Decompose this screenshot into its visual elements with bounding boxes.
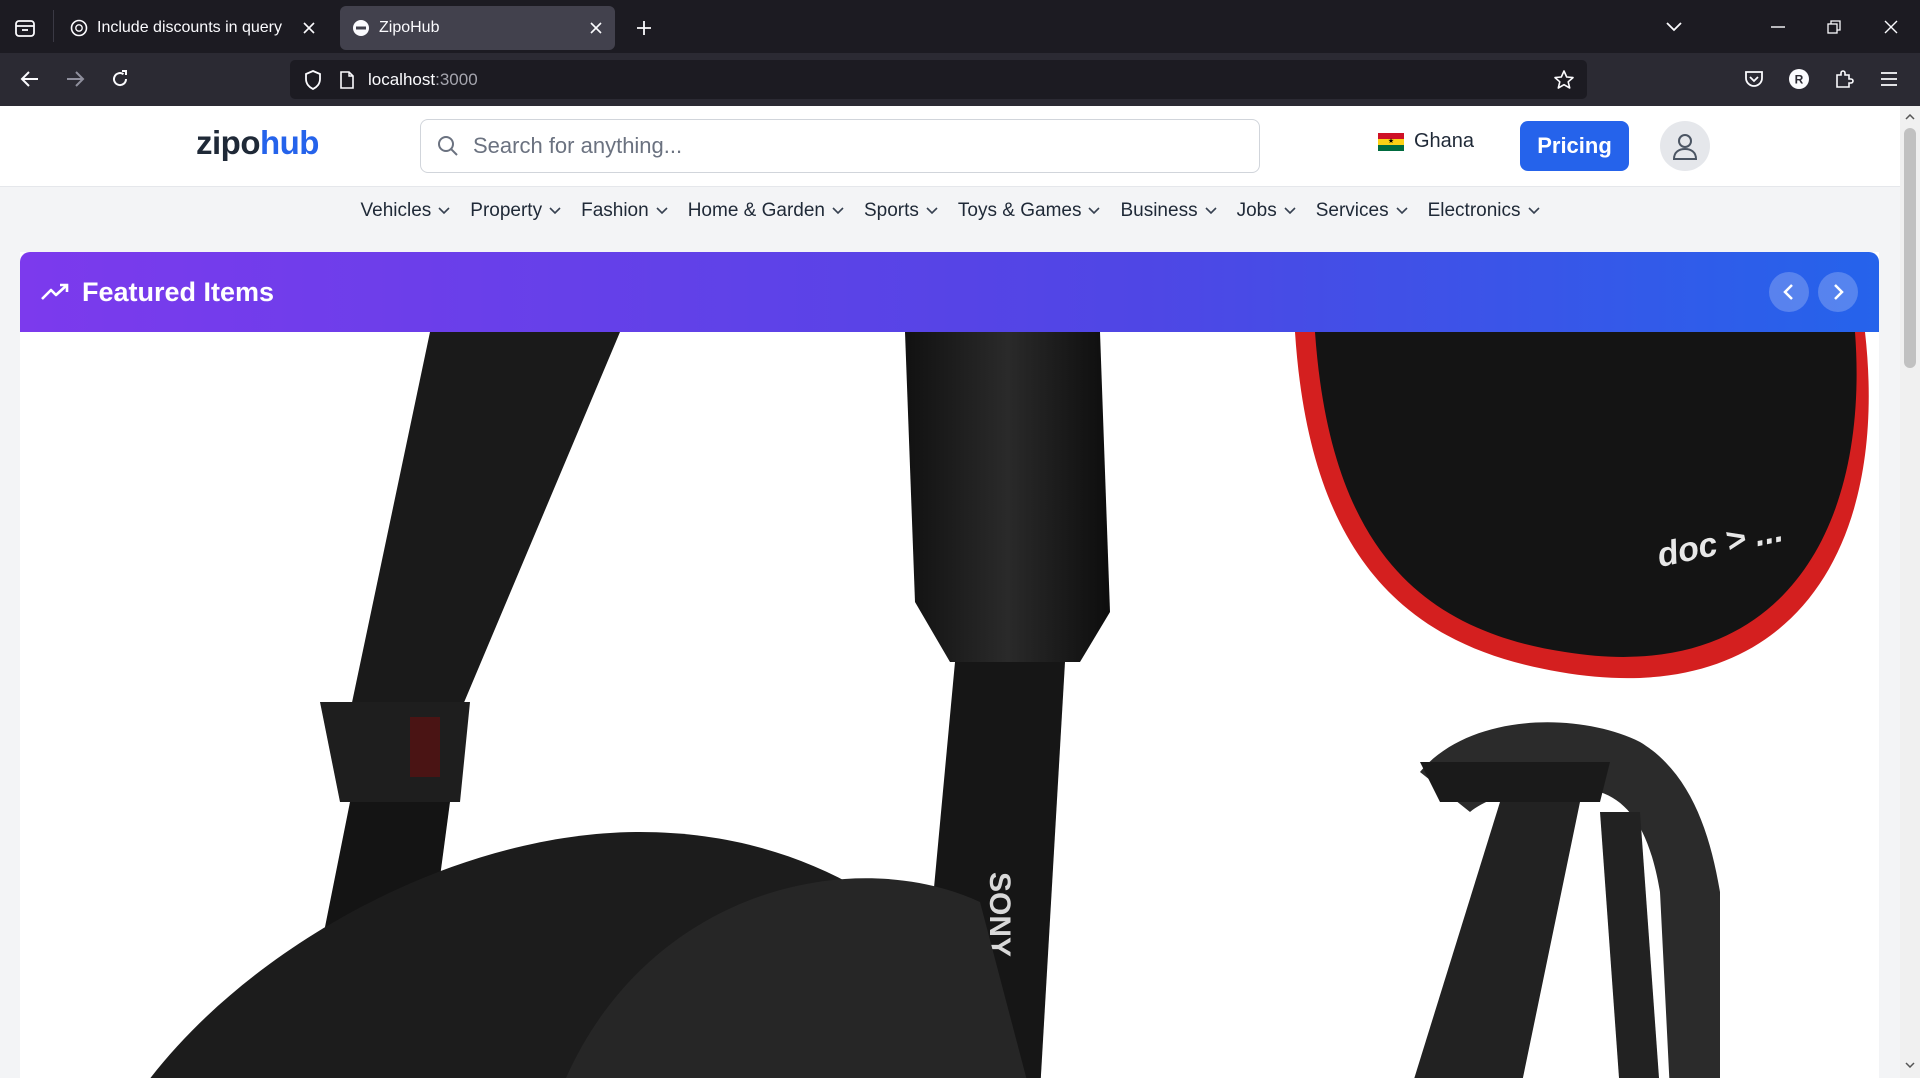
category-label: Toys & Games xyxy=(957,199,1082,221)
category-label: Vehicles xyxy=(360,199,432,221)
tracking-protection-icon[interactable] xyxy=(300,69,326,90)
scroll-down-icon[interactable] xyxy=(1903,1058,1917,1072)
address-bar[interactable]: localhost:3000 xyxy=(290,60,1587,99)
category-vehicles[interactable]: Vehicles xyxy=(361,200,451,222)
category-business[interactable]: Business xyxy=(1120,199,1217,222)
category-label: Electronics xyxy=(1427,199,1521,221)
browser-tab-2[interactable]: ZipoHub xyxy=(340,6,615,50)
reload-icon[interactable] xyxy=(103,62,137,96)
tab-separator xyxy=(53,10,54,42)
back-icon[interactable] xyxy=(13,62,47,96)
category-label: Jobs xyxy=(1236,199,1277,221)
browser-navigation-bar: localhost:3000 R xyxy=(0,53,1920,106)
chevron-down-icon xyxy=(1527,206,1540,215)
close-window-icon[interactable] xyxy=(1871,10,1911,44)
trending-up-icon xyxy=(40,282,72,302)
category-label: Home & Garden xyxy=(687,199,825,221)
list-all-tabs-icon[interactable] xyxy=(1654,10,1694,44)
headphones-image: SONY doc > ... xyxy=(150,332,1869,1078)
page-info-icon[interactable] xyxy=(336,70,358,89)
chevron-down-icon xyxy=(1205,206,1217,215)
extensions-icon[interactable] xyxy=(1827,62,1861,96)
minimize-icon[interactable] xyxy=(1758,10,1798,44)
country-selector[interactable]: ★ Ghana xyxy=(1378,130,1474,153)
featured-header: Featured Items xyxy=(20,252,1879,332)
tab-title: ZipoHub xyxy=(379,19,440,36)
chevron-down-icon xyxy=(656,206,668,215)
pocket-icon[interactable] xyxy=(1737,62,1771,96)
scrollbar-thumb[interactable] xyxy=(1904,128,1916,368)
category-label: Business xyxy=(1120,199,1198,221)
search-icon xyxy=(435,134,461,158)
page-scrollbar[interactable] xyxy=(1900,106,1920,1078)
url-text: localhost:3000 xyxy=(368,69,478,89)
new-tab-icon[interactable] xyxy=(628,12,660,44)
category-label: Sports xyxy=(864,199,919,221)
category-fashion[interactable]: Fashion xyxy=(581,200,668,222)
zipohub-logo[interactable]: zipohub xyxy=(196,124,319,162)
profile-icon[interactable]: R xyxy=(1782,62,1816,96)
category-label: Services xyxy=(1315,199,1389,221)
bookmark-star-icon[interactable] xyxy=(1551,67,1577,93)
category-electronics[interactable]: Electronics xyxy=(1428,200,1540,222)
scroll-up-icon[interactable] xyxy=(1903,110,1917,124)
category-toys-games[interactable]: Toys & Games xyxy=(958,200,1101,222)
chevron-down-icon xyxy=(832,206,844,215)
category-nav: Vehicles Property Fashion Home & Garden Spor… xyxy=(0,187,1900,234)
featured-title: Featured Items xyxy=(82,276,275,307)
category-home-garden[interactable]: Home & Garden xyxy=(688,200,844,222)
tab-list-icon[interactable] xyxy=(6,10,44,46)
profile-initial: R xyxy=(1795,73,1804,87)
close-tab-icon[interactable] xyxy=(294,13,324,43)
restore-icon[interactable] xyxy=(1814,10,1854,44)
category-label: Property xyxy=(470,199,543,221)
openai-favicon-icon xyxy=(70,19,88,37)
carousel-next-button[interactable] xyxy=(1818,272,1858,312)
chevron-down-icon xyxy=(438,206,450,215)
menu-icon[interactable] xyxy=(1872,62,1906,96)
chevron-down-icon xyxy=(1396,206,1408,215)
browser-tab-bar: Include discounts in query ZipoHub xyxy=(0,0,1920,53)
site-favicon-icon xyxy=(352,19,370,37)
category-label: Fashion xyxy=(581,199,649,221)
search-bar[interactable] xyxy=(420,119,1260,173)
chevron-down-icon xyxy=(549,206,561,215)
category-jobs[interactable]: Jobs xyxy=(1237,200,1296,222)
country-name: Ghana xyxy=(1414,130,1475,152)
category-property[interactable]: Property xyxy=(470,200,561,222)
chevron-down-icon xyxy=(1088,206,1101,215)
featured-items-section: Featured Items SONY doc > ... xyxy=(20,252,1879,1078)
forward-icon[interactable] xyxy=(58,62,92,96)
site-header: zipohub ★ Ghana Pricing xyxy=(0,106,1900,187)
page-viewport: zipohub ★ Ghana Pricing Vehicles Property… xyxy=(0,106,1900,1078)
category-services[interactable]: Services xyxy=(1316,200,1408,222)
category-sports[interactable]: Sports xyxy=(864,200,938,222)
featured-item-image[interactable]: SONY doc > ... xyxy=(20,332,1879,1078)
ghana-flag-icon: ★ xyxy=(1378,132,1404,151)
chevron-down-icon xyxy=(926,206,938,215)
tab-title: Include discounts in query xyxy=(97,19,282,36)
pricing-button[interactable]: Pricing xyxy=(1520,121,1629,171)
close-tab-icon[interactable] xyxy=(581,13,611,43)
search-input[interactable] xyxy=(471,132,1235,160)
user-avatar-icon[interactable] xyxy=(1660,121,1710,171)
browser-tab-1[interactable]: Include discounts in query xyxy=(58,6,328,50)
chevron-down-icon xyxy=(1284,206,1296,215)
carousel-prev-button[interactable] xyxy=(1769,272,1809,312)
